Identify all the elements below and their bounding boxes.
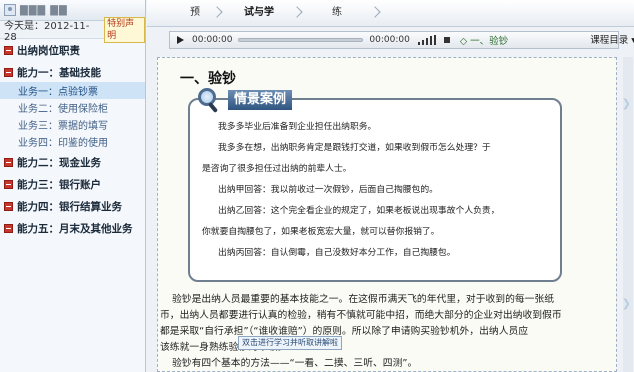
step-tabs: 预 试与学 练 xyxy=(147,0,634,27)
book-icon xyxy=(4,224,13,233)
book-icon xyxy=(4,68,13,77)
body-paragraph: 验钞有四个基本的方法——“一看、二摸、三听、四测”。 xyxy=(172,358,418,369)
sidebar: ▇▇▇ ▇▇ 今天是：2012-11-28 特别声明 出纳岗位职责 能力一：基础… xyxy=(0,0,146,372)
body-paragraph: 验钞是出纳人员最重要的基本技能之一。在这假币满天飞的年代里，对于收到的每一张纸 xyxy=(172,294,555,305)
nav-item-seal-usage[interactable]: 业务四：印鉴的使用 xyxy=(0,133,145,150)
case-box: 情景案例 我多多毕业后准备到企业担任出纳职务。 我多多在想，出纳职务肯定是跟钱打… xyxy=(188,88,562,282)
nav-group-label: 能力四：银行结算业务 xyxy=(17,201,122,213)
chapter-title: 一、验钞 xyxy=(180,71,236,87)
nav-group-duties[interactable]: 出纳岗位职责 xyxy=(0,41,145,60)
chevron-right-icon xyxy=(371,4,379,22)
scrollbar[interactable]: ❯ ❯ xyxy=(621,57,633,372)
nav-item-label: 业务四：印鉴的使用 xyxy=(18,138,108,149)
book-icon xyxy=(4,158,13,167)
audio-player: 00:00:00 00:00:00 ◇ 一、验钞 课程目录 ▾ xyxy=(169,31,634,49)
lesson-content: 一、验钞 情景案例 我多多毕业后准备到企业担任出纳职务。 我多多在想，出纳职务肯… xyxy=(157,57,617,372)
stop-icon[interactable] xyxy=(443,37,450,43)
chevron-right-icon xyxy=(293,4,301,22)
nav-group-label: 能力一：基础技能 xyxy=(17,67,101,79)
case-line: 出纳丙回答：自认倒霉，自己没数好本分工作，自己掏腰包。 xyxy=(218,248,456,258)
case-line: 出纳乙回答：这个完全看企业的规定了，如果老板说出现事故个人负责， xyxy=(218,206,500,216)
volume-icon[interactable] xyxy=(417,35,438,45)
body-paragraph: 都是采取“自行承担”（“谁收谁赔”）的原则。所以除了申请购买验钞机外，出纳人员应 xyxy=(160,326,529,337)
case-title: 情景案例 xyxy=(228,90,293,110)
nav-group-basic-skills[interactable]: 能力一：基础技能 xyxy=(0,63,145,82)
user-name: ▇▇▇ ▇▇ xyxy=(20,4,68,16)
case-line: 我多多毕业后准备到企业担任出纳职务。 xyxy=(218,122,377,132)
nav-item-bill-filling[interactable]: 业务三：票据的填写 xyxy=(0,116,145,133)
nav-group-cash[interactable]: 能力二：现金业务 xyxy=(0,153,145,172)
user-icon xyxy=(4,4,16,16)
body-paragraph: 该练就一身熟练验钞的本领。 xyxy=(160,342,288,353)
current-time: 00:00:00 xyxy=(192,35,233,45)
date-text: 今天是：2012-11-28 xyxy=(4,20,90,43)
nav-item-label: 业务一：点验钞票 xyxy=(18,87,98,98)
course-directory-button[interactable]: 课程目录 ▾ xyxy=(590,32,634,50)
case-text: 我多多毕业后准备到企业担任出纳职务。 我多多在想，出纳职务肯定是跟钱打交道，如果… xyxy=(202,122,554,269)
chevron-right-icon xyxy=(213,4,221,22)
nav-item-label: 业务三：票据的填写 xyxy=(18,121,108,132)
nav-item-check-notes[interactable]: 业务一：点验钞票 xyxy=(0,82,145,99)
play-icon[interactable] xyxy=(177,36,184,44)
book-icon xyxy=(4,202,13,211)
main-pane: 预 试与学 练 00:00:00 00:00:00 ◇ 一、验钞 课程目录 ▾ … xyxy=(147,0,634,372)
nav-group-label: 能力二：现金业务 xyxy=(17,157,101,169)
body-paragraph: 币，出纳人员都要进行认真的检验，稍有不慎就可能中招，而绝大部分的企业对出纳收到假… xyxy=(160,310,562,321)
book-icon xyxy=(4,180,13,189)
hint-tooltip: 双击进行学习并听取讲解啦 xyxy=(238,336,342,350)
tab-try-learn[interactable]: 试与学 xyxy=(229,4,289,22)
watermark-mark: ❯ xyxy=(621,97,631,110)
case-line: 你就要自掏腰包了，如果老板宽宏大量，就可以替你报销了。 xyxy=(202,227,440,237)
nav-item-label: 业务二：使用保险柜 xyxy=(18,104,108,115)
case-line: 出纳甲回答：我以前收过一次假钞，后面自己掏腰包的。 xyxy=(218,185,438,195)
case-line: 我多多在想，出纳职务肯定是跟钱打交道，如果收到假币怎么处理？于 xyxy=(218,143,491,153)
special-notice-button[interactable]: 特别声明 xyxy=(104,16,145,43)
nav-group-label: 能力三：银行账户 xyxy=(17,179,101,191)
nav-group-bank-settlement[interactable]: 能力四：银行结算业务 xyxy=(0,197,145,216)
total-time: 00:00:00 xyxy=(369,35,410,45)
current-section: ◇ 一、验钞 xyxy=(459,36,509,47)
nav-group-bank-account[interactable]: 能力三：银行账户 xyxy=(0,175,145,194)
nav-group-month-end[interactable]: 能力五：月末及其他业务 xyxy=(0,219,145,238)
tab-practice[interactable]: 练 xyxy=(307,4,367,22)
date-bar: 今天是：2012-11-28 特别声明 xyxy=(0,16,145,43)
watermark-mark: ❯ xyxy=(621,297,631,310)
magnifier-icon xyxy=(196,88,222,114)
nav-group-label: 出纳岗位职责 xyxy=(17,45,80,57)
nav-item-safe[interactable]: 业务二：使用保险柜 xyxy=(0,99,145,116)
progress-bar[interactable] xyxy=(238,38,364,42)
book-icon xyxy=(4,46,13,55)
course-nav: 出纳岗位职责 能力一：基础技能 业务一：点验钞票 业务二：使用保险柜 业务三：票… xyxy=(0,39,145,238)
case-line: 是咨询了很多担任过出纳的前辈人士。 xyxy=(202,164,352,174)
nav-group-label: 能力五：月末及其他业务 xyxy=(17,223,133,235)
